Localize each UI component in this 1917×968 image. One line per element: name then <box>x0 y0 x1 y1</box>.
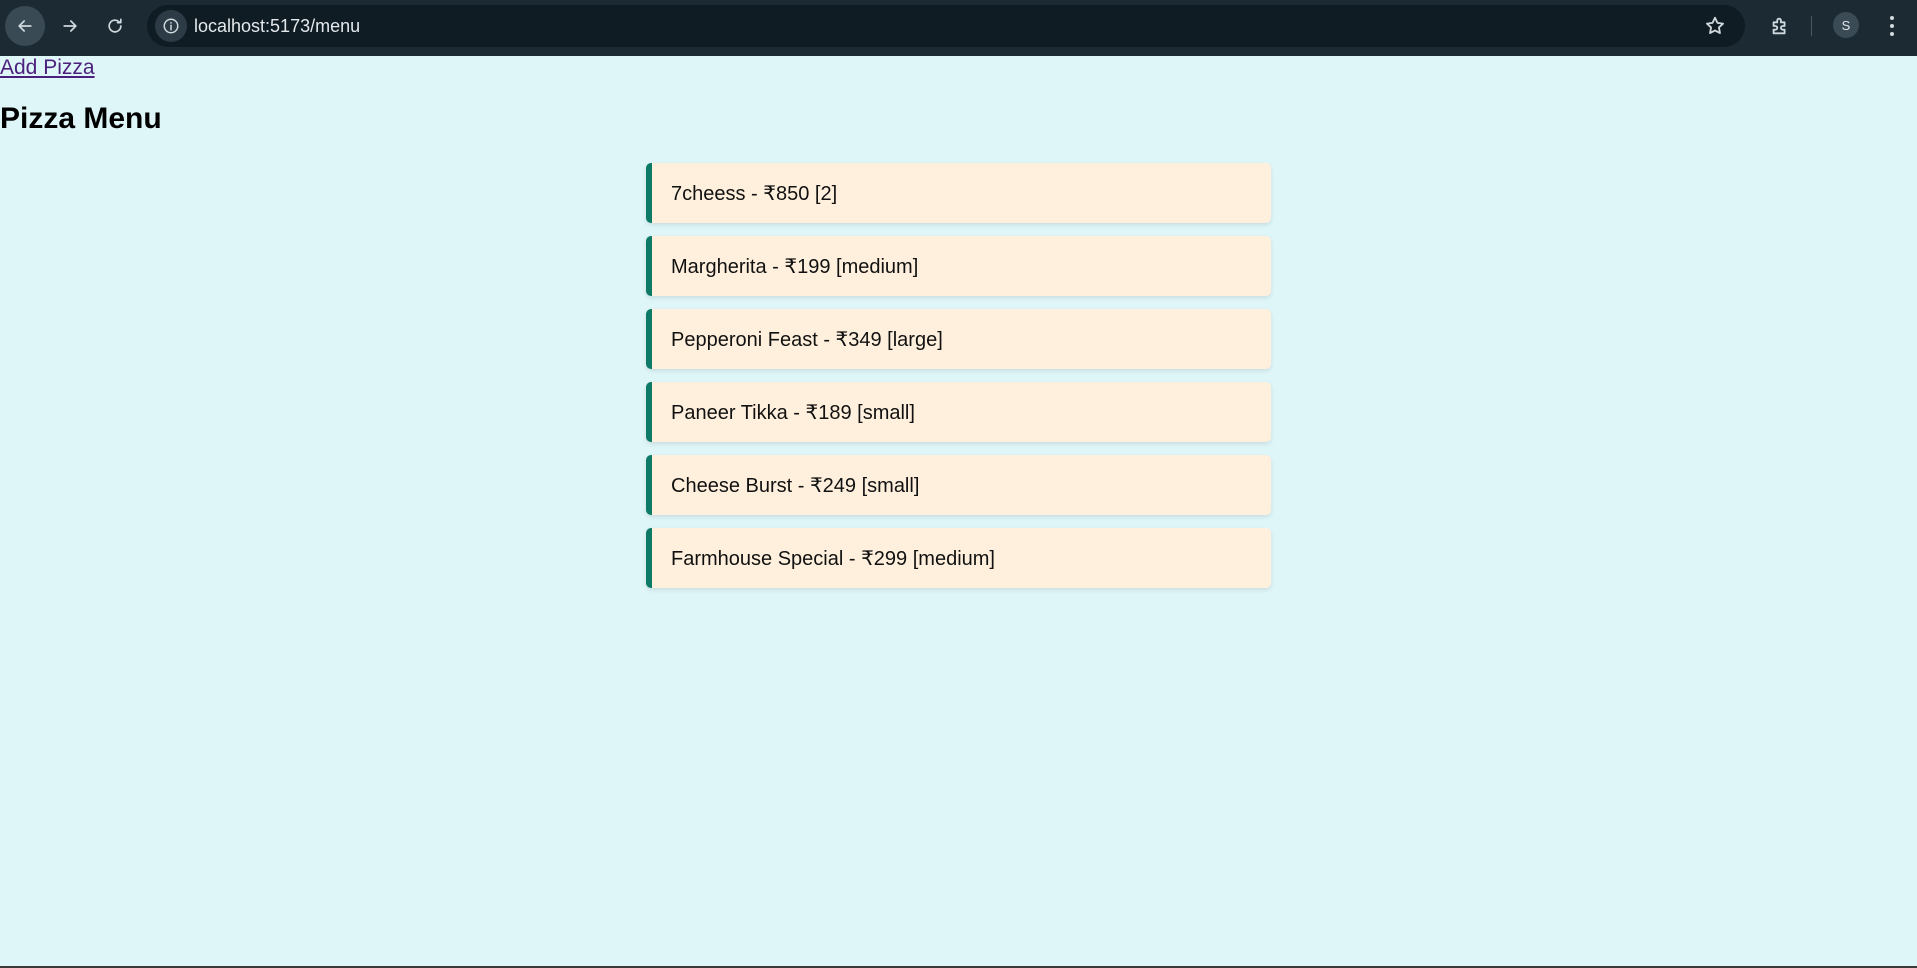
browser-menu-button[interactable] <box>1878 11 1906 41</box>
pizza-list-item: Cheese Burst - ₹249 [small] <box>646 455 1271 515</box>
toolbar-divider <box>1811 16 1812 36</box>
page-content: Add Pizza Pizza Menu 7cheess - ₹850 [2] … <box>0 56 1917 968</box>
pizza-list-item: 7cheess - ₹850 [2] <box>646 163 1271 223</box>
pizza-list-item: Pepperoni Feast - ₹349 [large] <box>646 309 1271 369</box>
back-button[interactable] <box>5 6 45 46</box>
bookmark-button[interactable] <box>1701 12 1729 40</box>
reload-button[interactable] <box>95 6 135 46</box>
arrow-left-icon <box>18 20 32 32</box>
pizza-list-item: Paneer Tikka - ₹189 [small] <box>646 382 1271 442</box>
arrow-right-icon <box>63 20 77 32</box>
address-bar[interactable]: localhost:5173/menu <box>147 5 1745 47</box>
kebab-menu-icon <box>1890 32 1894 36</box>
profile-avatar[interactable]: S <box>1833 12 1859 38</box>
pizza-list-item: Margherita - ₹199 [medium] <box>646 236 1271 296</box>
url-text[interactable]: localhost:5173/menu <box>194 16 360 37</box>
kebab-menu-icon <box>1890 24 1894 28</box>
star-icon <box>1706 16 1724 34</box>
puzzle-icon <box>1772 17 1786 35</box>
info-icon <box>163 18 179 34</box>
site-info-button[interactable] <box>155 10 187 42</box>
extensions-button[interactable] <box>1764 10 1796 42</box>
pizza-list-item: Farmhouse Special - ₹299 [medium] <box>646 528 1271 588</box>
reload-icon <box>108 18 122 33</box>
browser-toolbar: localhost:5173/menu S <box>0 0 1917 56</box>
forward-button[interactable] <box>50 6 90 46</box>
page-title: Pizza Menu <box>0 102 162 135</box>
kebab-menu-icon <box>1890 16 1894 20</box>
add-pizza-link[interactable]: Add Pizza <box>0 56 95 80</box>
pizza-list: 7cheess - ₹850 [2] Margherita - ₹199 [me… <box>646 163 1271 601</box>
